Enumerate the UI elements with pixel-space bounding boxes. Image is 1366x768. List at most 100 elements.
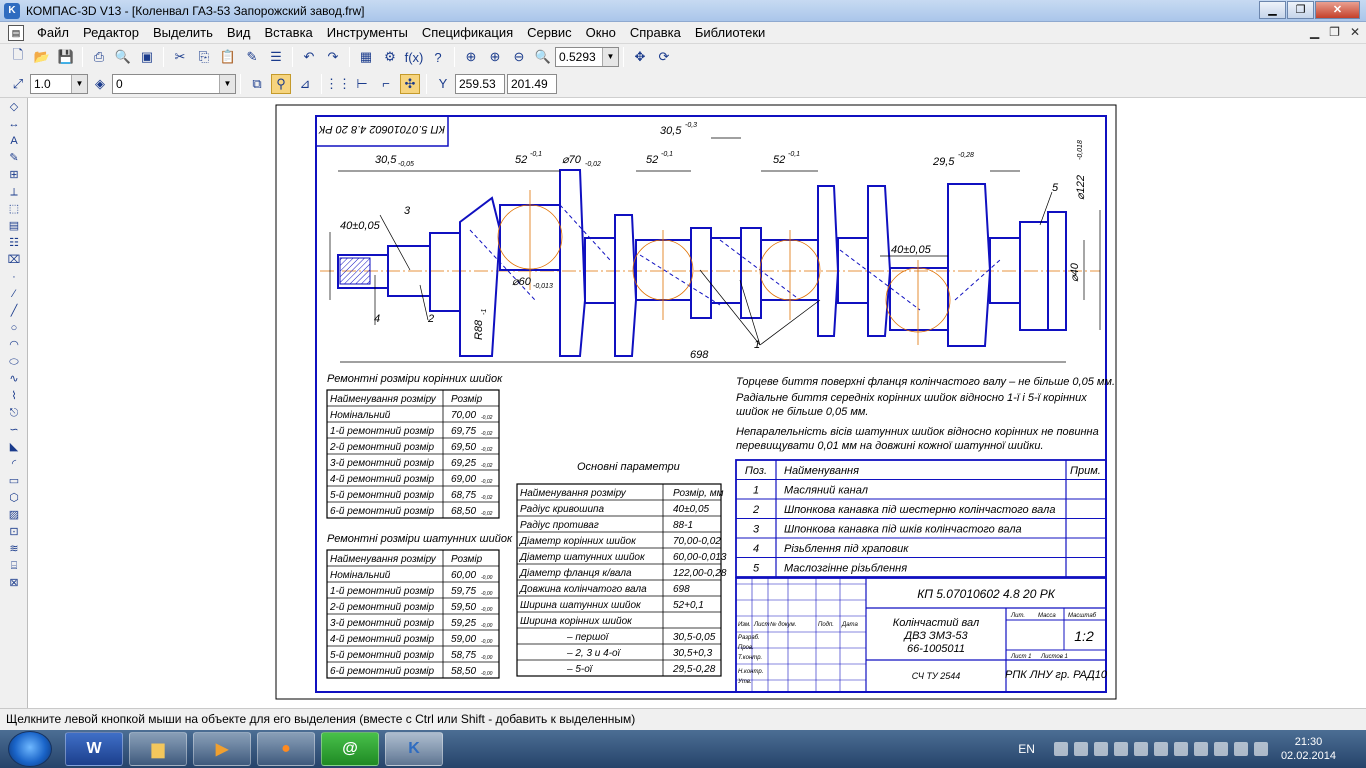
volume-icon[interactable] bbox=[1193, 742, 1208, 756]
insert-icon[interactable]: ⌧ bbox=[3, 253, 25, 268]
task-explorer[interactable]: ▆ bbox=[129, 732, 187, 766]
select-icon[interactable]: ⬚ bbox=[3, 202, 25, 217]
copy-icon[interactable]: ⎘ bbox=[194, 47, 214, 67]
menu-file[interactable]: Файл bbox=[30, 22, 76, 44]
bezier-icon[interactable]: ⎋ bbox=[3, 406, 25, 421]
language-indicator[interactable]: EN bbox=[1018, 742, 1035, 756]
page-setup-icon[interactable]: ▣ bbox=[137, 47, 157, 67]
chevron-down-icon[interactable]: ▼ bbox=[602, 48, 618, 66]
sync-icon[interactable] bbox=[1153, 742, 1168, 756]
chevron-down-icon[interactable]: ▼ bbox=[219, 74, 235, 93]
spline-icon[interactable]: ∿ bbox=[3, 372, 25, 387]
trim-icon[interactable]: ⊠ bbox=[3, 576, 25, 591]
usb-icon[interactable] bbox=[1133, 742, 1148, 756]
document-icon[interactable]: ▤ bbox=[8, 24, 24, 41]
menu-view[interactable]: Вид bbox=[220, 22, 258, 44]
menu-select[interactable]: Выделить bbox=[146, 22, 220, 44]
record-icon[interactable] bbox=[1253, 742, 1268, 756]
snap-magnet-icon[interactable]: ⚲ bbox=[271, 73, 291, 94]
close-button[interactable]: ✕ bbox=[1315, 1, 1360, 19]
zoom-window-icon[interactable]: ⊕ bbox=[461, 47, 481, 67]
task-media-player[interactable]: ▶ bbox=[193, 732, 251, 766]
view-icon[interactable]: ⧉ bbox=[247, 74, 267, 94]
messenger-icon[interactable] bbox=[1233, 742, 1248, 756]
display-icon[interactable] bbox=[1113, 742, 1128, 756]
pan-icon[interactable]: ✥ bbox=[630, 47, 650, 67]
start-button[interactable] bbox=[8, 731, 52, 767]
point-icon[interactable]: · bbox=[3, 270, 25, 285]
library-icon[interactable]: ⚙ bbox=[380, 47, 400, 67]
hatch-icon[interactable]: ▨ bbox=[3, 508, 25, 523]
menu-window[interactable]: Окно bbox=[579, 22, 623, 44]
new-document-icon[interactable]: 🗋 bbox=[8, 47, 28, 67]
clock[interactable]: 21:30 02.02.2014 bbox=[1281, 735, 1336, 763]
rectangle-icon[interactable]: ▭ bbox=[3, 474, 25, 489]
polygon-icon[interactable]: ⬡ bbox=[3, 491, 25, 506]
keyboard-icon[interactable] bbox=[1213, 742, 1228, 756]
designations-icon[interactable]: A bbox=[3, 134, 25, 149]
coord-y-field[interactable]: 201.49 bbox=[507, 73, 557, 94]
collect-contour-icon[interactable]: ⌸ bbox=[3, 559, 25, 574]
arc-icon[interactable]: ◠ bbox=[3, 338, 25, 353]
menu-help[interactable]: Справка bbox=[623, 22, 688, 44]
aux-line-icon[interactable]: ⁄ bbox=[3, 287, 25, 302]
task-word[interactable]: W bbox=[65, 732, 123, 766]
layer-combo[interactable]: 0 ▼ bbox=[112, 73, 236, 94]
task-kompas[interactable]: K bbox=[385, 732, 443, 766]
task-firefox[interactable]: ● bbox=[257, 732, 315, 766]
menu-tools[interactable]: Инструменты bbox=[320, 22, 415, 44]
open-folder-icon[interactable]: 📂 bbox=[32, 47, 52, 67]
polyline-icon[interactable]: ⌇ bbox=[3, 389, 25, 404]
scale-combo[interactable]: 1.0 ▼ bbox=[30, 73, 88, 94]
drawing-canvas[interactable]: КП 5.07010602 4.8 20 РК 30,5 -0,05 52 -0… bbox=[28, 98, 1366, 708]
paste-icon[interactable]: 📋 bbox=[218, 47, 238, 67]
properties-icon[interactable]: ☰ bbox=[266, 47, 286, 67]
chamfer-icon[interactable]: ◣ bbox=[3, 440, 25, 455]
zoom-out-icon[interactable]: ⊖ bbox=[509, 47, 529, 67]
window-title-bar[interactable]: K КОМПАС-3D V13 - [Коленвал ГАЗ-53 Запор… bbox=[0, 0, 1366, 22]
zoom-in-icon[interactable]: ⊕ bbox=[485, 47, 505, 67]
fillet-icon[interactable]: ◜ bbox=[3, 457, 25, 472]
undo-icon[interactable]: ↶ bbox=[299, 47, 319, 67]
refresh-icon[interactable]: ⟳ bbox=[654, 47, 674, 67]
menu-service[interactable]: Сервис bbox=[520, 22, 579, 44]
variables-fx-icon[interactable]: f(x) bbox=[404, 47, 424, 67]
mdi-close-icon[interactable]: ✕ bbox=[1350, 25, 1360, 39]
menu-editor[interactable]: Редактор bbox=[76, 22, 146, 44]
maximize-button[interactable]: ❐ bbox=[1287, 1, 1314, 19]
ellipse-icon[interactable]: ⬭ bbox=[3, 355, 25, 370]
print-icon[interactable]: ⎙ bbox=[89, 47, 109, 67]
zoom-scale-icon[interactable]: 🔍 bbox=[533, 47, 553, 67]
flag-icon[interactable] bbox=[1093, 742, 1108, 756]
manager-icon[interactable]: ▦ bbox=[356, 47, 376, 67]
monitor-icon[interactable] bbox=[1073, 742, 1088, 756]
coord-x-field[interactable]: 259.53 bbox=[455, 73, 505, 94]
snaps-icon[interactable]: ✣ bbox=[400, 73, 420, 94]
mdi-minimize-icon[interactable]: ▁ bbox=[1310, 25, 1319, 39]
zoom-combo[interactable]: 0.5293 ▼ bbox=[555, 47, 619, 67]
measure-icon[interactable]: ⟂ bbox=[3, 185, 25, 200]
local-cs-icon[interactable]: ⊢ bbox=[352, 74, 372, 94]
ortho-mode-icon[interactable]: ⌐ bbox=[376, 74, 396, 94]
task-agent[interactable]: @ bbox=[321, 732, 379, 766]
menu-insert[interactable]: Вставка bbox=[257, 22, 319, 44]
equidistant-icon[interactable]: ≋ bbox=[3, 542, 25, 557]
help-pointer-icon[interactable]: ? bbox=[428, 47, 448, 67]
parametrization-icon[interactable]: ⊞ bbox=[3, 168, 25, 183]
ortho-icon[interactable]: ⊿ bbox=[295, 74, 315, 94]
grid-icon[interactable]: ⋮⋮ bbox=[325, 74, 351, 94]
scale-icon[interactable]: ⤢ bbox=[8, 74, 28, 94]
cut-icon[interactable]: ✂ bbox=[170, 47, 190, 67]
contour-icon[interactable]: ⊡ bbox=[3, 525, 25, 540]
network-signal-icon[interactable] bbox=[1173, 742, 1188, 756]
save-icon[interactable]: 💾 bbox=[56, 47, 76, 67]
drawing-svg[interactable]: КП 5.07010602 4.8 20 РК 30,5 -0,05 52 -0… bbox=[28, 98, 1366, 708]
spec-icon[interactable]: ▤ bbox=[3, 219, 25, 234]
format-painter-icon[interactable]: ✎ bbox=[242, 47, 262, 67]
chevron-down-icon[interactable]: ▼ bbox=[71, 74, 87, 93]
reports-icon[interactable]: ☷ bbox=[3, 236, 25, 251]
print-preview-icon[interactable]: 🔍 bbox=[113, 47, 133, 67]
menu-libraries[interactable]: Библиотеки bbox=[688, 22, 772, 44]
editing-icon[interactable]: ✎ bbox=[3, 151, 25, 166]
redo-icon[interactable]: ↷ bbox=[323, 47, 343, 67]
